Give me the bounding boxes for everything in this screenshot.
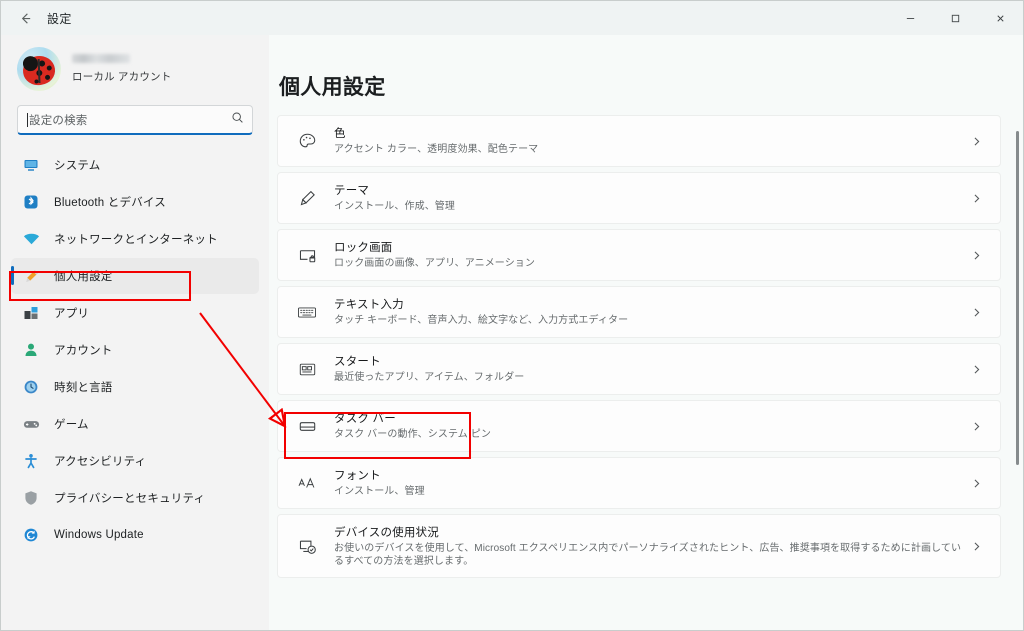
font-aa-icon [294, 471, 320, 495]
sidebar-item-label: プライバシーとセキュリティ [54, 493, 206, 505]
card-title: スタート [334, 356, 381, 369]
sidebar-item-windows-update[interactable]: Windows Update [11, 517, 259, 553]
sidebar: ローカル アカウント 設定の検索 システム Bluetooth とデバイス ネッ… [1, 35, 269, 630]
chevron-right-icon[interactable] [966, 136, 986, 147]
card-title: 色 [334, 128, 346, 141]
keyboard-icon [294, 300, 320, 324]
card-title: フォント [334, 470, 381, 483]
sidebar-item-label: Windows Update [54, 529, 144, 541]
apps-icon [21, 303, 41, 323]
card-title: デバイスの使用状況 [334, 526, 439, 539]
chevron-right-icon[interactable] [966, 421, 986, 432]
sidebar-item-personalization[interactable]: 個人用設定 [11, 258, 259, 294]
card-title: テキスト入力 [334, 299, 404, 312]
card-subtitle: インストール、管理 [334, 486, 425, 498]
sidebar-item-apps[interactable]: アプリ [11, 295, 259, 331]
sidebar-item-label: Bluetooth とデバイス [54, 197, 166, 209]
taskbar-icon [294, 414, 320, 438]
card-subtitle: インストール、作成、管理 [334, 201, 455, 213]
settings-card-taskbar[interactable]: タスク バー タスク バーの動作、システム ピン [277, 400, 1001, 452]
main-content: 個人用設定 色 アクセント カラー、透明度効果、配色テーマ テーマ インストール… [269, 35, 1023, 630]
ladybug-avatar [21, 53, 57, 88]
chevron-right-icon[interactable] [966, 250, 986, 261]
close-icon [997, 14, 1004, 22]
back-button[interactable] [9, 5, 41, 31]
bluetooth-icon [21, 192, 41, 212]
card-subtitle: アクセント カラー、透明度効果、配色テーマ [334, 144, 539, 156]
card-title: タスク バー [334, 413, 396, 426]
sidebar-item-privacy-security[interactable]: プライバシーとセキュリティ [11, 480, 259, 516]
minimize-button[interactable] [888, 1, 933, 35]
palette-icon [294, 129, 320, 153]
sidebar-item-label: アカウント [54, 345, 113, 357]
sidebar-item-time-language[interactable]: 時刻と言語 [11, 369, 259, 405]
text-caret [27, 112, 28, 127]
sidebar-item-label: アクセシビリティ [54, 456, 147, 468]
sidebar-item-bluetooth[interactable]: Bluetooth とデバイス [11, 184, 259, 220]
sidebar-item-label: 個人用設定 [54, 271, 113, 283]
sidebar-item-accessibility[interactable]: アクセシビリティ [11, 443, 259, 479]
search-placeholder: 設定の検索 [29, 114, 88, 127]
account-type-label: ローカル アカウント [72, 71, 172, 83]
sidebar-item-label: システム [54, 160, 101, 172]
card-title: テーマ [334, 185, 370, 198]
user-profile[interactable]: ローカル アカウント [1, 35, 269, 101]
card-subtitle: お使いのデバイスを使用して、Microsoft エクスペリエンス内でパーソナライ… [334, 542, 962, 568]
card-subtitle: タスク バーの動作、システム ピン [334, 429, 491, 441]
sidebar-item-system[interactable]: システム [11, 147, 259, 183]
settings-card-fonts[interactable]: フォント インストール、管理 [277, 457, 1001, 509]
chevron-right-icon[interactable] [966, 307, 986, 318]
chevron-right-icon[interactable] [966, 193, 986, 204]
chevron-right-icon[interactable] [966, 478, 986, 489]
sidebar-item-network[interactable]: ネットワークとインターネット [11, 221, 259, 257]
back-arrow-icon [21, 12, 30, 24]
settings-card-lock-screen[interactable]: ロック画面 ロック画面の画像、アプリ、アニメーション [277, 229, 1001, 281]
sidebar-item-label: ゲーム [54, 419, 89, 431]
minimize-icon [906, 17, 915, 19]
gamepad-icon [21, 414, 41, 434]
sidebar-item-label: ネットワークとインターネット [54, 234, 218, 246]
lock-screen-icon [294, 243, 320, 267]
close-button[interactable] [978, 1, 1023, 35]
sidebar-item-label: 時刻と言語 [54, 382, 113, 394]
settings-card-start[interactable]: スタート 最近使ったアプリ、アイテム、フォルダー [277, 343, 1001, 395]
card-subtitle: ロック画面の画像、アプリ、アニメーション [334, 258, 535, 270]
update-refresh-icon [21, 525, 41, 545]
maximize-icon [951, 14, 960, 22]
card-subtitle: 最近使ったアプリ、アイテム、フォルダー [334, 372, 525, 384]
wifi-icon [21, 229, 41, 249]
paintbrush-icon [21, 266, 41, 286]
avatar [17, 47, 61, 91]
account-person-icon [21, 340, 41, 360]
window-controls [888, 1, 1023, 35]
accessibility-icon [21, 451, 41, 471]
settings-card-colors[interactable]: 色 アクセント カラー、透明度効果、配色テーマ [277, 115, 1001, 167]
card-title: ロック画面 [334, 242, 393, 255]
vertical-scrollbar[interactable] [1016, 131, 1019, 465]
sidebar-nav: システム Bluetooth とデバイス ネットワークとインターネット 個人用設… [1, 147, 269, 630]
sidebar-item-gaming[interactable]: ゲーム [11, 406, 259, 442]
sidebar-item-accounts[interactable]: アカウント [11, 332, 259, 368]
card-subtitle: タッチ キーボード、音声入力、絵文字など、入力方式エディター [334, 315, 629, 327]
clock-globe-icon [21, 377, 41, 397]
paintbrush-icon [294, 186, 320, 210]
window-title: 設定 [47, 11, 72, 26]
page-title: 個人用設定 [279, 76, 386, 99]
shield-icon [21, 488, 41, 508]
chevron-right-icon[interactable] [966, 541, 986, 552]
user-name [72, 54, 130, 63]
system-monitor-icon [21, 155, 41, 175]
settings-card-device-usage[interactable]: デバイスの使用状況 お使いのデバイスを使用して、Microsoft エクスペリエ… [277, 514, 1001, 578]
settings-card-themes[interactable]: テーマ インストール、作成、管理 [277, 172, 1001, 224]
search-input[interactable]: 設定の検索 [17, 105, 253, 135]
title-bar: 設定 [1, 1, 1023, 35]
device-usage-icon [294, 534, 320, 558]
maximize-button[interactable] [933, 1, 978, 35]
start-menu-icon [294, 357, 320, 381]
settings-window: 設定 ローカル アカウント 設定の検索 システム Bluetooth とデバイス… [0, 0, 1024, 631]
settings-card-text-input[interactable]: テキスト入力 タッチ キーボード、音声入力、絵文字など、入力方式エディター [277, 286, 1001, 338]
search-icon[interactable] [231, 111, 244, 129]
chevron-right-icon[interactable] [966, 364, 986, 375]
sidebar-item-label: アプリ [54, 308, 90, 320]
